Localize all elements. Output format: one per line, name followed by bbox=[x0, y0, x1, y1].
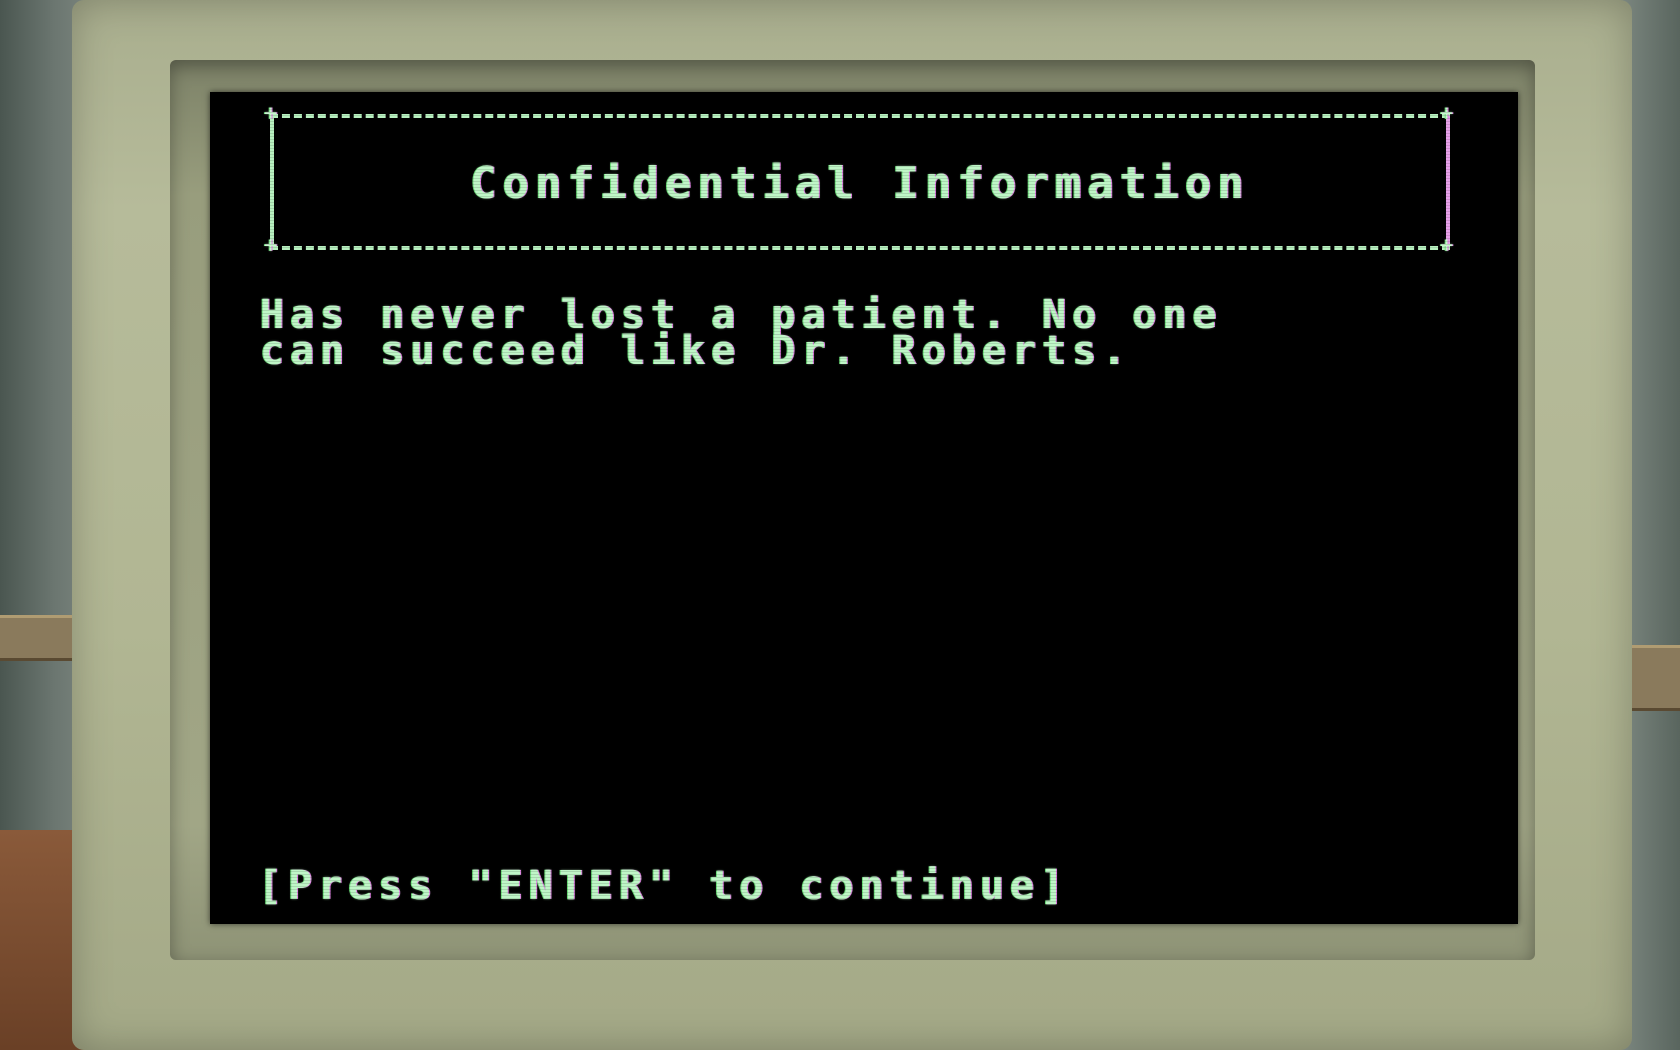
corner-bottom-left: + bbox=[264, 233, 284, 258]
header-border-bottom bbox=[270, 246, 1450, 250]
continue-prompt[interactable]: [Press "ENTER" to continue] bbox=[258, 864, 1070, 908]
corner-bottom-right: + bbox=[1440, 233, 1460, 258]
game-scene: + + + + Confidential Information Has nev… bbox=[0, 0, 1680, 1050]
terminal-body-line-2: can succeed like Dr. Roberts. bbox=[260, 328, 1133, 374]
header-border-top bbox=[270, 114, 1450, 118]
terminal-screen: + + + + Confidential Information Has nev… bbox=[210, 92, 1518, 924]
corner-top-right: + bbox=[1440, 101, 1460, 126]
terminal-body: Has never lost a patient. No one can suc… bbox=[260, 295, 1480, 371]
terminal-title: Confidential Information bbox=[470, 158, 1250, 209]
corner-top-left: + bbox=[264, 101, 284, 126]
terminal-header-box: + + + + Confidential Information bbox=[264, 103, 1453, 257]
